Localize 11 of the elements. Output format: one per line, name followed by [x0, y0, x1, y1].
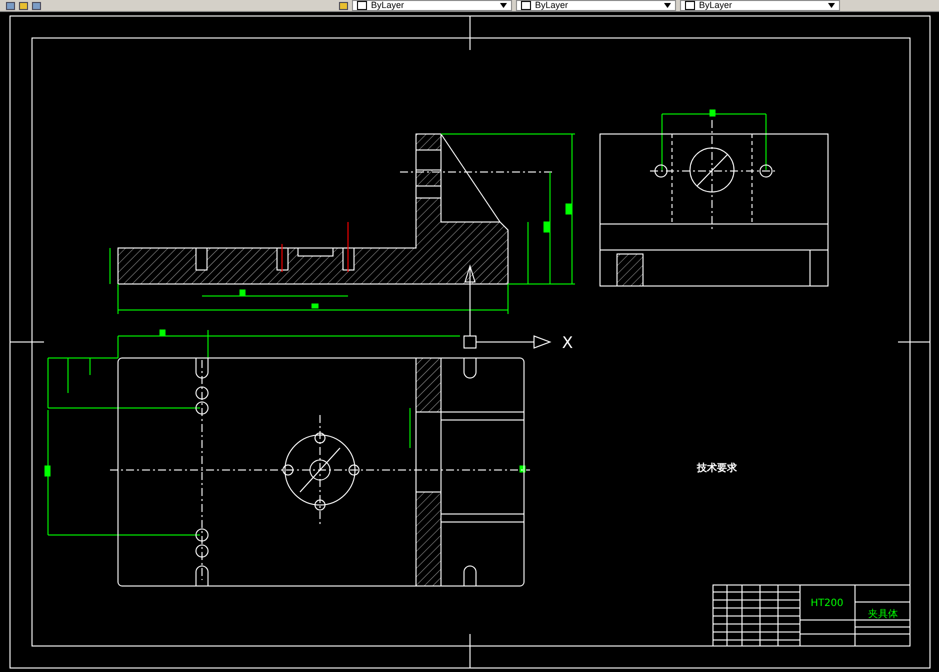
dropdown[interactable]: ByLayer	[680, 0, 840, 11]
ucs-icon	[464, 264, 552, 349]
dropdown[interactable]: ByLayer	[516, 0, 676, 11]
caret-icon	[664, 3, 671, 8]
notes-title: 技术要求	[697, 463, 737, 474]
caret-icon	[500, 3, 507, 8]
caret-icon	[828, 3, 835, 8]
material-text: HT200	[810, 598, 844, 609]
axis-label: X	[562, 333, 573, 352]
dropdown[interactable]: ByLayer	[352, 0, 512, 11]
part-name-text: 夹具体	[868, 609, 898, 620]
